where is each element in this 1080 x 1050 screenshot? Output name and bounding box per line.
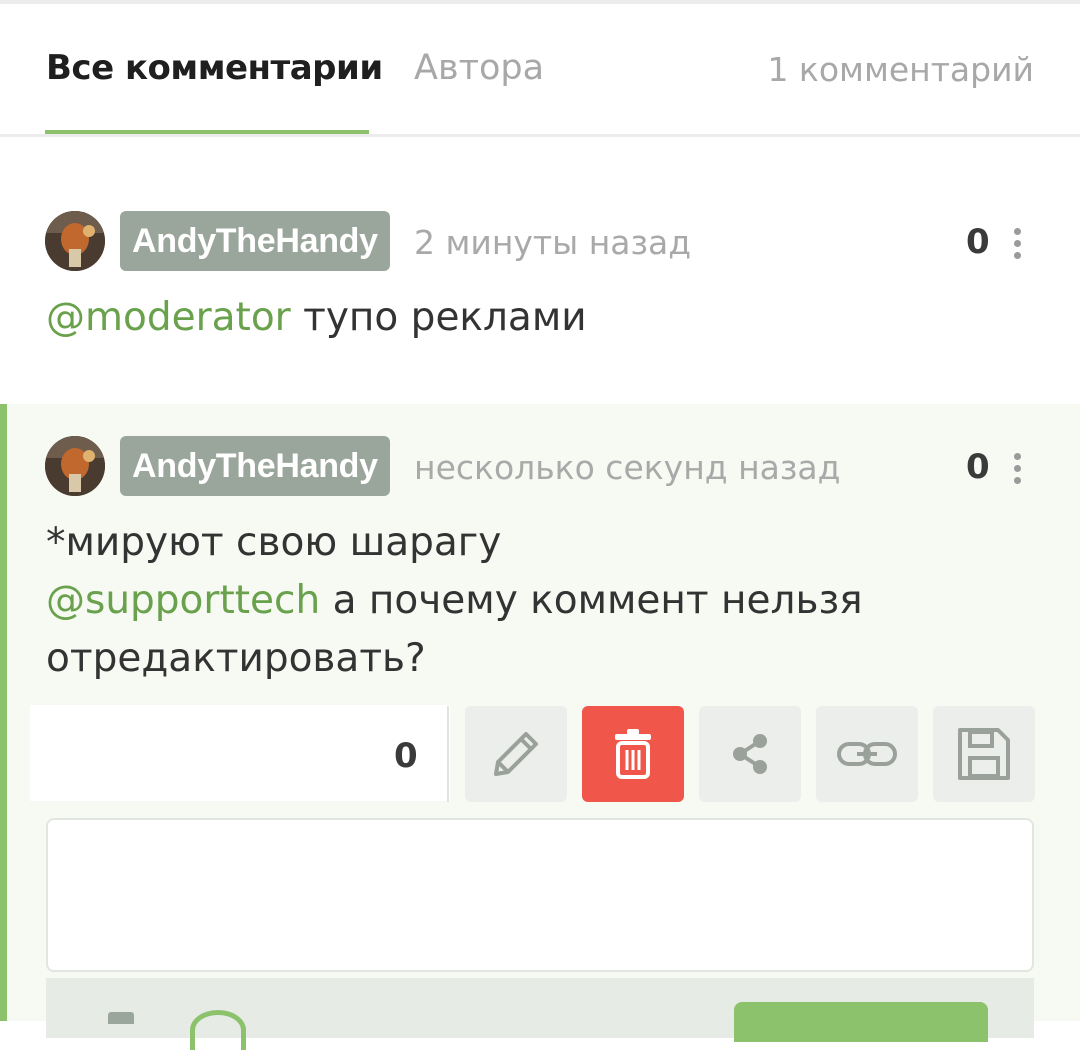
comment-time[interactable]: несколько секунд назад xyxy=(414,448,840,487)
tab-author[interactable]: Автора xyxy=(414,48,544,88)
comment-line-3: отредактировать? xyxy=(46,636,426,681)
comment-text: @moderator тупо реклами xyxy=(46,289,587,347)
comment-body: а почему коммент нельзя xyxy=(320,578,863,623)
comment-line-1: *мируют свою шарагу xyxy=(46,520,502,565)
more-menu-icon[interactable] xyxy=(1014,228,1022,264)
avatar[interactable] xyxy=(45,436,105,496)
avatar[interactable] xyxy=(45,211,105,271)
mention-link[interactable]: @supporttech xyxy=(46,578,320,623)
comment-tabs: Все комментарии Автора 1 комментарий xyxy=(0,4,1080,137)
share-icon xyxy=(733,734,767,774)
edit-button[interactable] xyxy=(465,706,567,802)
comment-body: тупо реклами xyxy=(290,295,587,340)
edit-icon xyxy=(494,732,538,776)
link-icon xyxy=(837,742,897,766)
username-badge[interactable]: AndyTheHandy xyxy=(120,211,390,271)
more-menu-icon[interactable] xyxy=(1014,453,1022,489)
avatar-image xyxy=(45,211,105,271)
avatar-image xyxy=(45,436,105,496)
own-comment-indicator xyxy=(0,404,7,1021)
comment-time[interactable]: 2 минуты назад xyxy=(414,223,691,262)
reply-input[interactable] xyxy=(46,818,1034,972)
emoji-icon[interactable] xyxy=(190,1010,246,1050)
attach-icon[interactable] xyxy=(108,1012,134,1024)
save-button[interactable] xyxy=(933,706,1035,802)
action-rating: 0 xyxy=(394,736,418,776)
tab-all-comments[interactable]: Все комментарии xyxy=(46,48,383,88)
action-separator xyxy=(447,706,449,802)
action-bar-bg xyxy=(30,705,450,801)
copy-link-button[interactable] xyxy=(816,706,918,802)
comment-count: 1 комментарий xyxy=(767,50,1034,89)
comment-rating: 0 xyxy=(966,222,990,262)
submit-button[interactable] xyxy=(734,1002,988,1042)
comment-text: *мируют свою шарагу @supporttech а почем… xyxy=(46,514,863,688)
comment-line-2: @supporttech а почему коммент нельзя xyxy=(46,572,863,630)
share-button[interactable] xyxy=(699,706,801,802)
delete-button[interactable] xyxy=(582,706,684,802)
username-badge[interactable]: AndyTheHandy xyxy=(120,436,390,496)
save-icon xyxy=(958,728,1010,780)
active-tab-indicator xyxy=(45,130,369,134)
mention-link[interactable]: @moderator xyxy=(46,295,291,340)
trash-icon xyxy=(615,729,651,779)
comment-rating: 0 xyxy=(966,447,990,487)
